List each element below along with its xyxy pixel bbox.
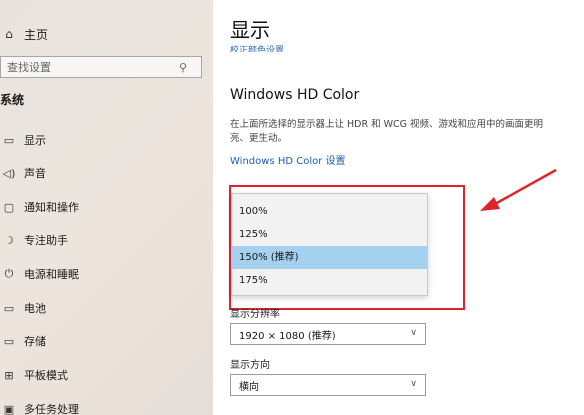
annotation-arrow (480, 168, 557, 211)
arrow-head (480, 197, 500, 211)
arrow-shaft (494, 168, 557, 206)
